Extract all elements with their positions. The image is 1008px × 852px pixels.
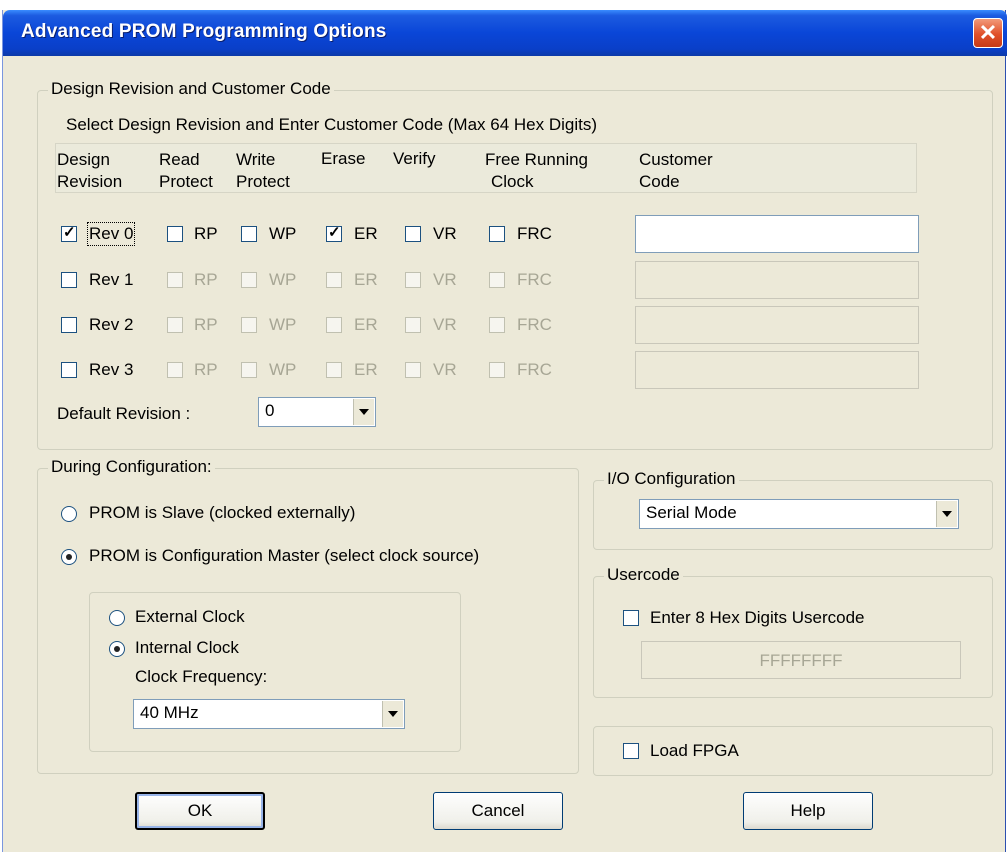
rev2-vr-label: VR bbox=[433, 315, 457, 334]
rev3-customer-code-input[interactable] bbox=[635, 351, 919, 389]
check-mark-icon: ✓ bbox=[328, 224, 341, 241]
rev3-wp-label: WP bbox=[269, 360, 297, 379]
rev3-frc-label: FRC bbox=[517, 360, 552, 379]
load-fpga-checkbox[interactable] bbox=[623, 743, 639, 759]
prom-slave-radio[interactable] bbox=[61, 506, 77, 522]
rev1-checkbox[interactable] bbox=[61, 272, 77, 288]
default-revision-label: Default Revision : bbox=[57, 404, 191, 423]
rev1-wp-checkbox[interactable] bbox=[241, 272, 257, 288]
rev2-customer-code-input[interactable] bbox=[635, 306, 919, 344]
rev3-label: Rev 3 bbox=[89, 360, 134, 379]
rev2-frc-checkbox[interactable] bbox=[489, 317, 505, 333]
clock-frequency-select[interactable]: 40 MHz bbox=[133, 699, 405, 729]
prom-slave-label: PROM is Slave (clocked externally) bbox=[89, 503, 356, 522]
io-configuration-select[interactable]: Serial Mode bbox=[639, 499, 959, 529]
during-configuration-legend: During Configuration: bbox=[48, 457, 215, 477]
rev3-wp-checkbox[interactable] bbox=[241, 362, 257, 378]
rev3-vr-label: VR bbox=[433, 360, 457, 379]
check-mark-icon: ✓ bbox=[63, 224, 76, 241]
rev0-vr-checkbox[interactable] bbox=[405, 226, 421, 242]
rev0-wp-label: WP bbox=[269, 224, 297, 243]
rev0-frc-checkbox[interactable] bbox=[489, 226, 505, 242]
rev1-frc-checkbox[interactable] bbox=[489, 272, 505, 288]
rev1-er-checkbox[interactable] bbox=[326, 272, 342, 288]
default-revision-select[interactable]: 0 bbox=[258, 397, 376, 427]
usercode-group: Usercode bbox=[593, 565, 993, 698]
rev3-vr-checkbox[interactable] bbox=[405, 362, 421, 378]
rev1-wp-label: WP bbox=[269, 270, 297, 289]
chevron-down-icon[interactable] bbox=[353, 399, 374, 425]
rev0-rp-label: RP bbox=[194, 224, 218, 243]
io-configuration-legend: I/O Configuration bbox=[604, 469, 739, 489]
external-clock-label: External Clock bbox=[135, 607, 245, 626]
prom-master-label: PROM is Configuration Master (select clo… bbox=[89, 546, 480, 565]
header-free-running-clock: Free Running Clock bbox=[485, 150, 589, 191]
rev1-vr-label: VR bbox=[433, 270, 457, 289]
external-clock-radio[interactable] bbox=[109, 610, 125, 626]
rev0-label: Rev 0 bbox=[86, 222, 136, 246]
rev2-er-label: ER bbox=[354, 315, 378, 334]
load-fpga-label: Load FPGA bbox=[650, 741, 739, 760]
clock-frequency-label: Clock Frequency: bbox=[135, 667, 268, 686]
usercode-checkbox[interactable] bbox=[623, 610, 639, 626]
chevron-down-icon[interactable] bbox=[936, 501, 957, 527]
chevron-down-icon[interactable] bbox=[382, 701, 403, 727]
header-read-protect: Read Protect bbox=[159, 150, 213, 191]
usercode-checkbox-label: Enter 8 Hex Digits Usercode bbox=[650, 608, 865, 627]
rev2-frc-label: FRC bbox=[517, 315, 552, 334]
rev0-vr-label: VR bbox=[433, 224, 457, 243]
rev0-er-checkbox[interactable]: ✓ bbox=[326, 224, 342, 242]
rev1-label: Rev 1 bbox=[89, 270, 134, 289]
rev3-er-checkbox[interactable] bbox=[326, 362, 342, 378]
design-revision-legend: Design Revision and Customer Code bbox=[48, 79, 334, 99]
close-icon: ✕ bbox=[978, 20, 998, 45]
rev3-rp-checkbox[interactable] bbox=[167, 362, 183, 378]
rev2-rp-label: RP bbox=[194, 315, 218, 334]
rev1-customer-code-input[interactable] bbox=[635, 261, 919, 299]
rev2-label: Rev 2 bbox=[89, 315, 134, 334]
rev0-customer-code-input[interactable] bbox=[635, 215, 919, 253]
rev0-checkbox[interactable]: ✓ bbox=[61, 224, 77, 242]
rev3-frc-checkbox[interactable] bbox=[489, 362, 505, 378]
usercode-input[interactable]: FFFFFFFF bbox=[641, 641, 961, 679]
header-design-revision: Design Revision bbox=[57, 150, 123, 191]
rev1-er-label: ER bbox=[354, 270, 378, 289]
header-erase: Erase bbox=[321, 149, 366, 168]
radio-dot-icon bbox=[66, 554, 72, 560]
rev0-frc-label: FRC bbox=[517, 224, 552, 243]
rev2-checkbox[interactable] bbox=[61, 317, 77, 333]
rev2-wp-checkbox[interactable] bbox=[241, 317, 257, 333]
rev1-rp-label: RP bbox=[194, 270, 218, 289]
radio-dot-icon bbox=[114, 646, 120, 652]
rev1-frc-label: FRC bbox=[517, 270, 552, 289]
rev0-er-label: ER bbox=[354, 224, 378, 243]
usercode-legend: Usercode bbox=[604, 565, 683, 585]
rev3-checkbox[interactable] bbox=[61, 362, 77, 378]
rev0-rp-checkbox[interactable] bbox=[167, 226, 183, 242]
prom-master-radio[interactable] bbox=[61, 549, 77, 565]
rev1-rp-checkbox[interactable] bbox=[167, 272, 183, 288]
help-button[interactable]: Help bbox=[743, 792, 873, 830]
ok-button[interactable]: OK bbox=[135, 792, 265, 830]
rev2-wp-label: WP bbox=[269, 315, 297, 334]
close-button[interactable]: ✕ bbox=[973, 18, 1003, 48]
title-bar[interactable]: Advanced PROM Programming Options ✕ bbox=[3, 10, 1007, 56]
rev0-wp-checkbox[interactable] bbox=[241, 226, 257, 242]
rev3-rp-label: RP bbox=[194, 360, 218, 379]
rev3-er-label: ER bbox=[354, 360, 378, 379]
rev2-rp-checkbox[interactable] bbox=[167, 317, 183, 333]
design-instruction: Select Design Revision and Enter Custome… bbox=[66, 115, 598, 134]
header-write-protect: Write Protect bbox=[236, 150, 290, 191]
internal-clock-radio[interactable] bbox=[109, 641, 125, 657]
header-verify: Verify bbox=[393, 149, 436, 168]
rev2-er-checkbox[interactable] bbox=[326, 317, 342, 333]
rev1-vr-checkbox[interactable] bbox=[405, 272, 421, 288]
rev2-vr-checkbox[interactable] bbox=[405, 317, 421, 333]
window-title: Advanced PROM Programming Options bbox=[21, 21, 387, 42]
header-customer-code: Customer Code bbox=[639, 150, 713, 191]
internal-clock-label: Internal Clock bbox=[135, 638, 239, 657]
prom-options-dialog: Advanced PROM Programming Options ✕ Desi… bbox=[2, 10, 1007, 852]
cancel-button[interactable]: Cancel bbox=[433, 792, 563, 830]
